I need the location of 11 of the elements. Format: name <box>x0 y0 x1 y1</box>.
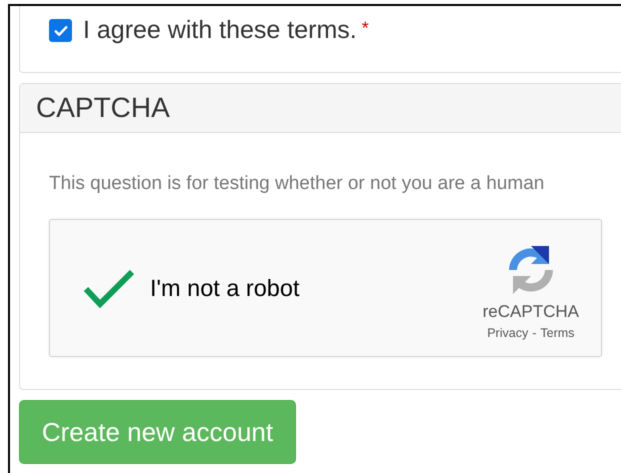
agree-label: I agree with these terms. <box>83 16 357 45</box>
privacy-link[interactable]: Privacy <box>487 326 528 340</box>
captcha-description: This question is for testing whether or not you are a human <box>49 173 546 195</box>
checkmark-icon[interactable] <box>82 268 136 308</box>
link-separator: - <box>532 326 536 340</box>
robot-label: I'm not a robot <box>150 274 300 302</box>
required-mark: * <box>362 18 369 39</box>
agree-checkbox[interactable] <box>49 19 72 42</box>
terms-link[interactable]: Terms <box>540 326 574 340</box>
panel-title: CAPTCHA <box>36 92 170 124</box>
recaptcha-brand: reCAPTCHA <box>482 302 579 322</box>
